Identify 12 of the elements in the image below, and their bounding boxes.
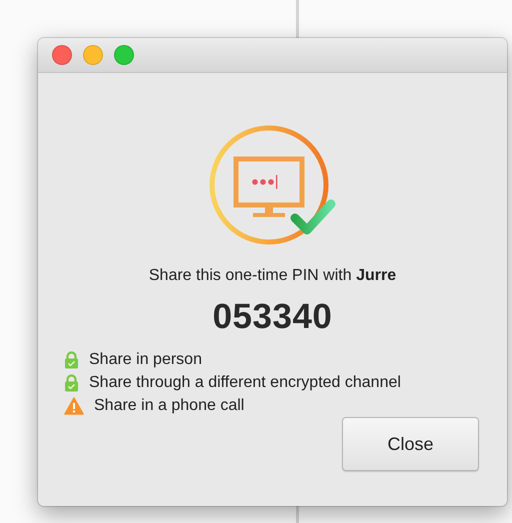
share-option: Share in a phone call bbox=[94, 397, 244, 415]
zoom-window-button[interactable] bbox=[114, 45, 134, 65]
pin-code: 053340 bbox=[212, 297, 332, 337]
share-option: Share through a different encrypted channel bbox=[89, 374, 401, 392]
minimize-window-button[interactable] bbox=[83, 45, 103, 65]
padlock-icon bbox=[64, 351, 79, 369]
warning-icon bbox=[64, 397, 84, 415]
share-message: Share this one-time PIN with Jurre bbox=[148, 267, 396, 285]
close-button[interactable]: Close bbox=[342, 417, 479, 471]
close-window-button[interactable] bbox=[52, 45, 72, 65]
padlock-icon bbox=[64, 374, 79, 392]
share-option: Share in person bbox=[89, 351, 202, 369]
